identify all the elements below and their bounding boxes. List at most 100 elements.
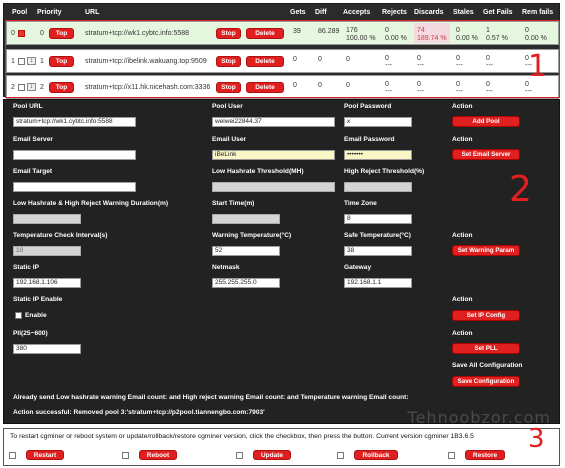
add-pool-button[interactable]: Add Pool [452, 116, 520, 127]
email-user-label: Email User [212, 136, 247, 143]
settings-panel: Pool URL stratum+tcp://wk1.cybtc.info:55… [3, 99, 560, 427]
static-ip-label: Static IP [13, 264, 40, 271]
update-button[interactable]: Update [253, 450, 291, 460]
rollback-button[interactable]: Rollback [354, 450, 398, 460]
set-pll-button[interactable]: Set PLL [452, 343, 520, 354]
reboot-checkbox[interactable] [122, 452, 129, 459]
static-ip-enable-checkbox[interactable] [15, 312, 22, 319]
gets-value: 0 [293, 56, 297, 63]
top-button[interactable]: Top [49, 56, 74, 67]
discards-value: 74 [417, 27, 425, 34]
rem-fails-pct: --- [525, 88, 532, 95]
action-status-text: Action successful: Removed pool 3:'strat… [13, 409, 265, 416]
email-server-input[interactable] [13, 150, 136, 160]
col-stales: Stales [453, 9, 474, 16]
pool-user-input[interactable]: weiwei22844.37 [212, 117, 335, 127]
stales-value: 0 [456, 55, 460, 62]
reboot-button[interactable]: Reboot [139, 450, 177, 460]
restore-checkbox[interactable] [448, 452, 455, 459]
col-rejects: Rejects [382, 9, 407, 16]
netmask-input[interactable]: 255.255.255.0 [212, 278, 280, 288]
diff-value: 86.289 [318, 28, 340, 35]
pool-url: stratum+tcp://ibelink.wakuang.top:9509 [85, 58, 207, 65]
pool-row-2: 2 ↕ 2 Top stratum+tcp://x11.hk.nicehash.… [6, 75, 559, 99]
email-password-label: Email Password [344, 136, 395, 143]
restart-group: Restart [9, 450, 69, 464]
annotation-number-2: 2 [509, 169, 532, 210]
restore-group: Restore [448, 450, 518, 464]
safe-temp-label: Safe Temperature(°C) [344, 232, 412, 239]
rem-fails-pct: 0.00 % [525, 35, 547, 42]
gateway-input[interactable]: 192.168.1.1 [344, 278, 412, 288]
temp-check-interval-input[interactable]: 10 [13, 246, 81, 256]
pool-select-checkbox[interactable] [18, 30, 25, 37]
stop-button[interactable]: Stop [216, 56, 241, 67]
pool-url: stratum+tcp://x11.hk.nicehash.com:3336 [85, 84, 211, 91]
gateway-label: Gateway [344, 264, 372, 271]
email-target-label: Email Target [13, 168, 53, 175]
static-ip-input[interactable]: 192.168.1.106 [13, 278, 81, 288]
get-fails-value: 0 [486, 55, 490, 62]
email-target-input[interactable] [13, 182, 136, 192]
set-warning-param-button[interactable]: Set Warning Param [452, 245, 520, 256]
top-button[interactable]: Top [49, 82, 74, 93]
accepts-value: 176 [346, 27, 358, 34]
update-checkbox[interactable] [236, 452, 243, 459]
pool-password-input[interactable]: x [344, 117, 412, 127]
time-zone-label: Time Zone [344, 200, 377, 207]
delete-button[interactable]: Delete [246, 82, 284, 93]
priority-stepper[interactable]: ↕ [27, 57, 36, 65]
diff-value: 0 [318, 56, 322, 63]
set-email-server-button[interactable]: Set Email Server [452, 149, 520, 160]
stop-button[interactable]: Stop [216, 28, 241, 39]
pool-table: Pool Priority URL Gets Diff Accepts Reje… [3, 3, 560, 99]
save-configuration-button[interactable]: Save Configuration [452, 376, 520, 387]
pool-priority[interactable]: 0 [40, 30, 44, 37]
restart-button[interactable]: Restart [26, 450, 64, 460]
pool-row-0: 0 0 Top stratum+tcp://wk1.cybtc.info:558… [6, 21, 559, 45]
stales-pct: --- [456, 88, 463, 95]
pool-select-checkbox[interactable] [18, 58, 25, 65]
warning-temp-input[interactable]: 52 [212, 246, 280, 256]
time-zone-input[interactable]: 8 [344, 214, 412, 224]
rollback-checkbox[interactable] [337, 452, 344, 459]
restore-button[interactable]: Restore [465, 450, 505, 460]
top-button[interactable]: Top [49, 28, 74, 39]
rejects-pct: --- [385, 88, 392, 95]
col-priority: Priority [37, 9, 62, 16]
restart-checkbox[interactable] [9, 452, 16, 459]
col-url: URL [85, 9, 100, 16]
set-ip-config-button[interactable]: Set IP Config [452, 310, 520, 321]
pool-password-label: Pool Password [344, 103, 392, 110]
update-group: Update [236, 450, 296, 464]
email-user-input[interactable]: iBeLink [212, 150, 335, 160]
maintenance-message: To restart cgminer or reboot system or u… [10, 433, 474, 440]
chevron-up-down-icon[interactable]: ↕ [27, 83, 36, 91]
pool-url-input[interactable]: stratum+tcp://wk1.cybtc.info:5588 [13, 117, 136, 127]
rejects-value: 0 [385, 27, 389, 34]
start-time-input[interactable] [212, 214, 280, 224]
high-reject-threshold-input[interactable] [344, 182, 412, 192]
chevron-up-down-icon[interactable]: ↕ [27, 57, 36, 65]
enable-label: Enable [25, 312, 47, 319]
safe-temp-input[interactable]: 38 [344, 246, 412, 256]
pll-input[interactable]: 380 [13, 344, 81, 354]
delete-button[interactable]: Delete [246, 28, 284, 39]
pool-priority[interactable]: 2 [40, 84, 44, 91]
warning-duration-input[interactable] [13, 214, 81, 224]
low-hashrate-threshold-input[interactable] [212, 182, 335, 192]
col-get-fails: Get Fails [483, 9, 513, 16]
email-password-input[interactable]: ••••••• [344, 150, 412, 160]
delete-button[interactable]: Delete [246, 56, 284, 67]
gets-value: 39 [293, 28, 301, 35]
stop-button[interactable]: Stop [216, 82, 241, 93]
pool-select-checkbox[interactable] [18, 84, 25, 91]
col-diff: Diff [315, 9, 327, 16]
action-label: Action [452, 136, 473, 143]
rem-fails-value: 0 [525, 27, 529, 34]
priority-stepper[interactable]: ↕ [27, 83, 36, 91]
pool-priority[interactable]: 1 [40, 58, 44, 65]
temp-check-interval-label: Temperature Check Interval(s) [13, 232, 108, 239]
rejects-value: 0 [385, 55, 389, 62]
col-gets: Gets [290, 9, 306, 16]
